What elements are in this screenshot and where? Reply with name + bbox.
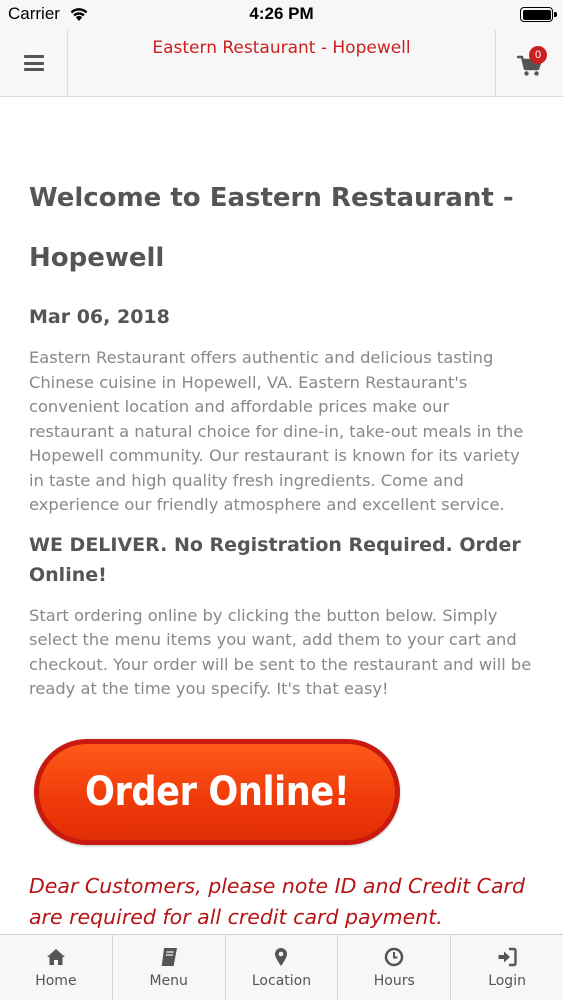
delivery-heading: WE DELIVER. No Registration Required. Or… xyxy=(29,533,521,586)
status-time: 4:26 PM xyxy=(249,4,314,23)
order-online-button-face: Order Online! xyxy=(39,744,395,840)
hamburger-icon xyxy=(23,55,44,71)
order-online-button[interactable]: Order Online! xyxy=(34,739,400,845)
main-content: Welcome to Eastern Restaurant - Hopewell… xyxy=(29,97,534,702)
tab-menu[interactable]: Menu xyxy=(113,935,226,1000)
instructions-paragraph: Start ordering online by clicking the bu… xyxy=(29,605,532,699)
order-online-label: Order Online! xyxy=(84,769,350,815)
tab-hours-label: Hours xyxy=(373,973,415,989)
tab-login[interactable]: Login xyxy=(451,935,563,1000)
bottom-tab-bar: Home Menu Location Hours Login xyxy=(0,934,563,1000)
tab-home-label: Home xyxy=(35,973,77,989)
app-header: Eastern Restaurant - Hopewell 0 xyxy=(0,30,563,97)
home-icon xyxy=(46,949,65,965)
cart-button[interactable]: 0 xyxy=(495,30,563,96)
header-title: Eastern Restaurant - Hopewell xyxy=(152,38,411,58)
intro-paragraph: Eastern Restaurant offers authentic and … xyxy=(29,348,524,514)
cart-count-badge: 0 xyxy=(529,46,547,64)
clock-icon xyxy=(385,947,404,967)
tab-location-label: Location xyxy=(251,973,312,989)
tab-login-label: Login xyxy=(488,973,526,989)
battery-icon xyxy=(520,7,557,22)
tab-location[interactable]: Location xyxy=(226,935,339,1000)
tab-menu-label: Menu xyxy=(149,973,188,989)
page-title: Welcome to Eastern Restaurant - Hopewell xyxy=(29,183,514,273)
tab-hours[interactable]: Hours xyxy=(338,935,452,1000)
status-bar: Carrier 4:26 PM xyxy=(0,0,563,30)
sign-in-icon xyxy=(498,947,517,967)
map-marker-icon xyxy=(275,948,288,966)
payment-notice: Dear Customers, please note ID and Credi… xyxy=(29,874,525,929)
tab-home[interactable]: Home xyxy=(0,935,113,1000)
post-date: Mar 06, 2018 xyxy=(29,306,170,328)
book-icon xyxy=(161,948,177,966)
menu-button[interactable] xyxy=(0,30,68,96)
